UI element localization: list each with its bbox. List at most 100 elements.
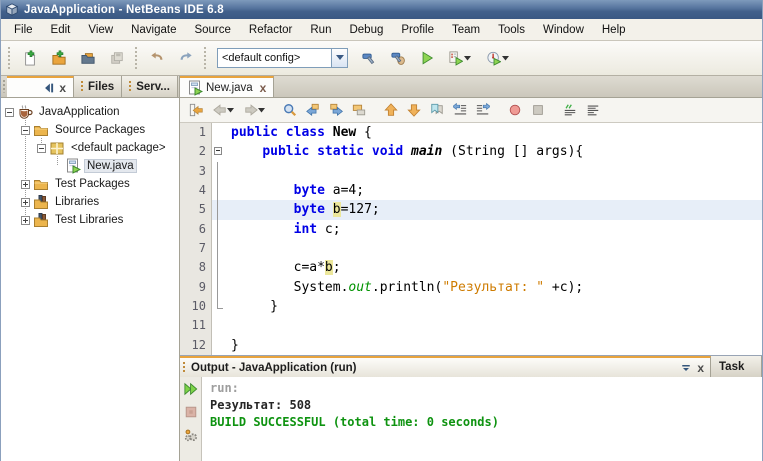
menu-edit[interactable]: Edit (42, 21, 80, 39)
code-fold-line (217, 200, 218, 219)
chevron-down-icon[interactable] (331, 48, 348, 68)
menu-run[interactable]: Run (301, 21, 340, 39)
dropdown-arrow-icon[interactable] (502, 52, 509, 64)
output-console[interactable]: run:Результат: 508BUILD SUCCESSFUL (tota… (202, 377, 762, 461)
tree-node-libraries[interactable]: Libraries (1, 193, 179, 211)
tree-node-label: Libraries (52, 195, 102, 209)
find-selection-button[interactable] (279, 100, 301, 121)
profile-project-button[interactable] (479, 44, 517, 73)
code-token: =127; (341, 202, 380, 217)
output-tab[interactable]: Output - JavaApplication (run) x (180, 356, 711, 377)
minimize-window-icon[interactable] (679, 361, 693, 375)
rerun-icon (184, 382, 198, 396)
menu-window[interactable]: Window (534, 21, 593, 39)
collapse-minus-icon[interactable] (37, 144, 46, 153)
shift-left-button[interactable] (449, 100, 471, 121)
undo-icon (150, 51, 164, 65)
rerun-button[interactable] (182, 380, 200, 398)
undo-button[interactable] (142, 44, 171, 73)
code-token: } (231, 338, 239, 353)
code-editor[interactable]: 123456789101112 public class New { publi… (180, 123, 762, 355)
collapse-minus-icon[interactable] (21, 126, 30, 135)
redo-button[interactable] (171, 44, 200, 73)
tree-node-javaapplication[interactable]: JavaApplication (1, 103, 179, 121)
debug-project-button[interactable] (441, 44, 479, 73)
ant-settings-button[interactable] (182, 426, 200, 444)
tab-tasks[interactable]: Task (711, 356, 762, 377)
dropdown-arrow-icon[interactable] (464, 52, 471, 64)
package-icon (49, 140, 65, 156)
menu-team[interactable]: Team (443, 21, 489, 39)
close-icon[interactable]: x (59, 83, 66, 93)
menu-bar: FileEditViewNavigateSourceRefactorRunDeb… (1, 19, 762, 41)
comment-button[interactable] (559, 100, 581, 121)
expand-plus-icon[interactable] (21, 180, 30, 189)
line-number: 10 (180, 297, 211, 316)
config-dropdown-value[interactable]: <default config> (217, 48, 331, 68)
toggle-highlight-icon (352, 103, 366, 117)
tab-new-java[interactable]: New.java x (180, 76, 274, 97)
projects-tree[interactable]: JavaApplicationSource Packages <default p… (1, 98, 179, 461)
tree-node-test-libraries[interactable]: Test Libraries (1, 211, 179, 229)
save-all-button[interactable] (102, 44, 131, 73)
next-bookmark-icon (407, 103, 421, 117)
tree-node-test-packages[interactable]: Test Packages (1, 175, 179, 193)
tab-projects[interactable]: x (7, 76, 74, 97)
editor-tab-label: New.java (206, 81, 253, 94)
output-body: run:Результат: 508BUILD SUCCESSFUL (tota… (180, 377, 762, 461)
output-side-toolbar (180, 377, 202, 461)
run-project-button[interactable] (412, 44, 441, 73)
open-project-icon (81, 51, 95, 65)
stop-icon (184, 405, 198, 419)
next-bookmark-button[interactable] (403, 100, 425, 121)
toggle-bookmark-button[interactable] (426, 100, 448, 121)
clean-build-project-button[interactable] (383, 44, 412, 73)
back-button[interactable] (208, 100, 238, 121)
build-project-button[interactable] (354, 44, 383, 73)
uncomment-button[interactable] (582, 100, 604, 121)
main-area: x FilesServ... JavaApplicationSource Pack… (1, 76, 762, 461)
previous-bookmark-button[interactable] (380, 100, 402, 121)
stop-macro-button[interactable] (527, 100, 549, 121)
menu-help[interactable]: Help (593, 21, 635, 39)
code-line-4: byte a=4; (212, 181, 762, 200)
menu-profile[interactable]: Profile (392, 21, 443, 39)
code-fold-collapse-icon[interactable] (214, 147, 222, 155)
dropdown-arrow-icon[interactable] (227, 104, 234, 116)
config-dropdown[interactable]: <default config> (217, 48, 348, 68)
collapse-minus-icon[interactable] (5, 108, 14, 117)
find-next-button[interactable] (325, 100, 347, 121)
tree-node--default-package-[interactable]: <default package> (1, 139, 179, 157)
tree-node-label: <default package> (68, 141, 169, 155)
forward-button[interactable] (239, 100, 269, 121)
expand-plus-icon[interactable] (21, 198, 30, 207)
toggle-highlight-button[interactable] (348, 100, 370, 121)
close-icon[interactable]: x (697, 363, 704, 373)
menu-navigate[interactable]: Navigate (122, 21, 185, 39)
tree-node-source-packages[interactable]: Source Packages (1, 121, 179, 139)
menu-view[interactable]: View (79, 21, 122, 39)
menu-source[interactable]: Source (185, 21, 239, 39)
tree-node-new-java[interactable]: New.java (1, 157, 179, 175)
close-tab-icon[interactable]: x (260, 83, 267, 93)
netbeans-window: JavaApplication - NetBeans IDE 6.8 FileE… (0, 0, 763, 461)
tab-serv[interactable]: Serv... (122, 76, 178, 97)
find-next-icon (329, 103, 343, 117)
menu-tools[interactable]: Tools (489, 21, 534, 39)
menu-refactor[interactable]: Refactor (240, 21, 301, 39)
new-project-icon (52, 51, 66, 65)
code-token: main (411, 144, 442, 159)
dropdown-arrow-icon[interactable] (258, 104, 265, 116)
new-file-button[interactable] (15, 44, 44, 73)
last-edit-position-button[interactable] (185, 100, 207, 121)
record-macro-button[interactable] (504, 100, 526, 121)
tab-files[interactable]: Files (74, 76, 122, 97)
menu-file[interactable]: File (5, 21, 42, 39)
window-titlebar[interactable]: JavaApplication - NetBeans IDE 6.8 (1, 0, 762, 19)
find-previous-button[interactable] (302, 100, 324, 121)
open-project-button[interactable] (73, 44, 102, 73)
new-project-button[interactable] (44, 44, 73, 73)
expand-plus-icon[interactable] (21, 216, 30, 225)
shift-right-button[interactable] (472, 100, 494, 121)
menu-debug[interactable]: Debug (340, 21, 392, 39)
